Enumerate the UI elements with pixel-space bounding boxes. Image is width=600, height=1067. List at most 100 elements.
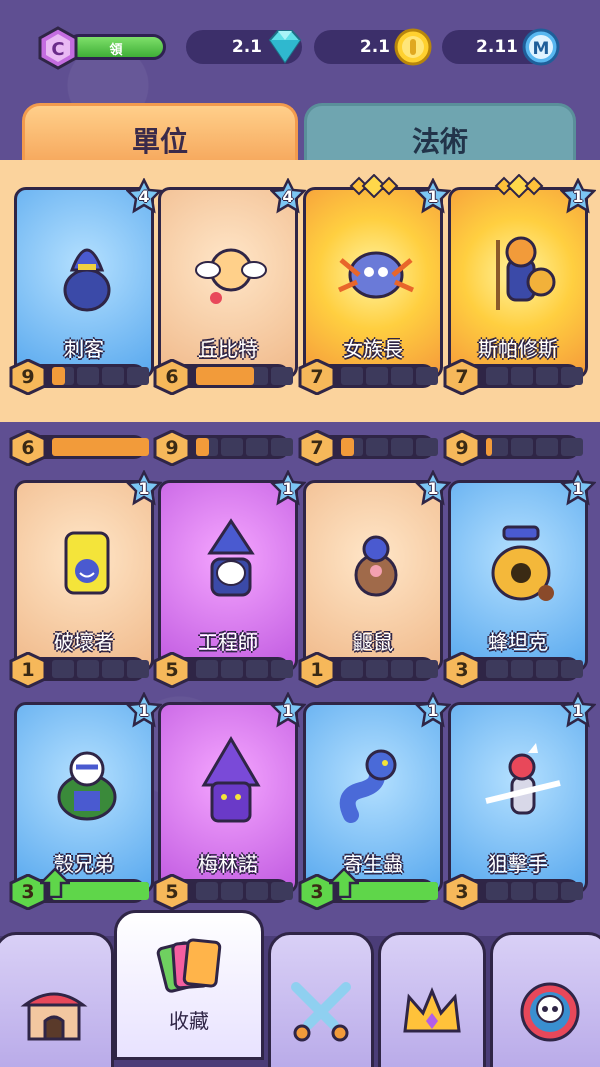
progress-segment (271, 438, 293, 456)
m-token-counter[interactable]: 2.11 M (442, 28, 560, 66)
level-badge: 3 (442, 873, 482, 911)
star-rank-badge: 1 (559, 469, 597, 506)
star-rank-number: 1 (427, 187, 439, 206)
progress-segment (246, 660, 268, 678)
level-badge: 1 (297, 651, 337, 689)
progress-fill (196, 367, 254, 385)
progress-segment (221, 438, 243, 456)
cards-icon (156, 938, 222, 993)
unit-card[interactable]: 寄生蟲 (303, 702, 443, 894)
progress-segment (416, 438, 438, 456)
wizard-icon (186, 735, 276, 835)
unit-card[interactable]: 女族長 (303, 187, 443, 379)
unit-card[interactable]: 刺客 (14, 187, 154, 379)
star-rank-badge: 1 (559, 691, 597, 728)
progress-segment (511, 660, 533, 678)
rarity-diamonds-icon (339, 173, 409, 199)
progress-fill (486, 438, 492, 456)
upgrade-arrow-icon[interactable] (40, 868, 70, 898)
barrel-icon (42, 513, 132, 613)
m-token-value: 2.11 (476, 37, 518, 57)
unit-name: 刺客 (64, 337, 104, 361)
upgrade-arrow-icon[interactable] (329, 868, 359, 898)
tab-spells-label: 法術 (411, 125, 468, 158)
sniper-icon (476, 735, 566, 835)
unit-card[interactable]: 狙擊手 (448, 702, 588, 894)
level-progress-bar: 7 (297, 429, 438, 467)
unit-card[interactable]: 工程師 (158, 480, 298, 672)
nav-collection[interactable]: 收藏 (114, 910, 264, 1060)
progress-segment (366, 367, 388, 385)
unit-card[interactable]: 梅林諾 (158, 702, 298, 894)
vip-claim-button[interactable]: 領 C (36, 26, 168, 70)
star-rank-number: 4 (282, 187, 294, 206)
unit-card[interactable]: 斯帕修斯 (448, 187, 588, 379)
star-rank-number: 1 (138, 701, 150, 720)
progress-segment (391, 367, 413, 385)
level-progress-bar: 3 (442, 651, 583, 689)
unit-card[interactable]: 蜂坦克 (448, 480, 588, 672)
level-number: 9 (165, 437, 179, 459)
gem-counter[interactable]: 2.1 (186, 30, 302, 64)
unit-card[interactable]: 殼兄弟 (14, 702, 154, 894)
unit-card[interactable]: 丘比特 (158, 187, 298, 379)
level-number: 1 (310, 659, 324, 681)
star-rank-badge: 1 (414, 691, 452, 728)
tab-units[interactable]: 單位 (22, 103, 298, 163)
level-number: 5 (165, 881, 179, 903)
level-number: 9 (21, 366, 35, 388)
progress-segment (486, 660, 508, 678)
level-number: 7 (455, 366, 469, 388)
level-progress-bar: 3 (297, 868, 438, 911)
level-number: 3 (455, 659, 469, 681)
level-progress-bar: 9 (8, 358, 149, 396)
star-rank-number: 1 (572, 479, 584, 498)
m-token-icon: M (522, 28, 560, 66)
progress-segment (536, 882, 558, 900)
progress-segment (52, 660, 74, 678)
skull-icon (520, 982, 580, 1042)
progress-segment (561, 438, 583, 456)
progress-segment (366, 438, 388, 456)
level-progress-bar: 3 (442, 873, 583, 911)
progress-segment (391, 438, 413, 456)
nav-shop[interactable] (0, 932, 114, 1067)
nav-leaderboard[interactable] (378, 932, 486, 1067)
unit-name: 斯帕修斯 (478, 337, 558, 361)
star-rank-badge: 1 (269, 691, 307, 728)
level-badge: 9 (442, 429, 482, 467)
level-progress-bar: 1 (297, 651, 438, 689)
battle-swords-icon (291, 982, 351, 1042)
engineer-icon (186, 513, 276, 613)
unit-card[interactable]: 破壞者 (14, 480, 154, 672)
progress-segment (511, 367, 533, 385)
vip-claim-label: 領 (109, 43, 123, 58)
star-rank-badge: 4 (269, 177, 307, 214)
level-number: 6 (21, 437, 35, 459)
level-progress-bar: 6 (152, 358, 293, 396)
progress-segment (511, 882, 533, 900)
nav-events[interactable] (490, 932, 600, 1067)
star-rank-number: 4 (138, 187, 150, 206)
progress-segment (536, 367, 558, 385)
unit-name: 女族長 (343, 337, 403, 361)
level-badge: 5 (152, 873, 192, 911)
nav-battle[interactable] (268, 932, 374, 1067)
progress-segment (271, 660, 293, 678)
coin-icon (394, 28, 432, 66)
unit-card[interactable]: 鼴鼠 (303, 480, 443, 672)
crown-icon (403, 987, 461, 1033)
tab-units-label: 單位 (131, 125, 188, 158)
level-badge: 7 (297, 429, 337, 467)
progress-segment (561, 660, 583, 678)
coin-counter[interactable]: 2.1 (314, 28, 432, 66)
progress-segment (271, 367, 293, 385)
worm-icon (331, 735, 421, 835)
progress-segment (271, 882, 293, 900)
progress-segment (511, 438, 533, 456)
progress-segment (127, 660, 149, 678)
unit-name: 寄生蟲 (343, 852, 403, 876)
tab-spells[interactable]: 法術 (304, 103, 576, 163)
star-rank-badge: 1 (559, 177, 597, 214)
progress-segment (536, 438, 558, 456)
